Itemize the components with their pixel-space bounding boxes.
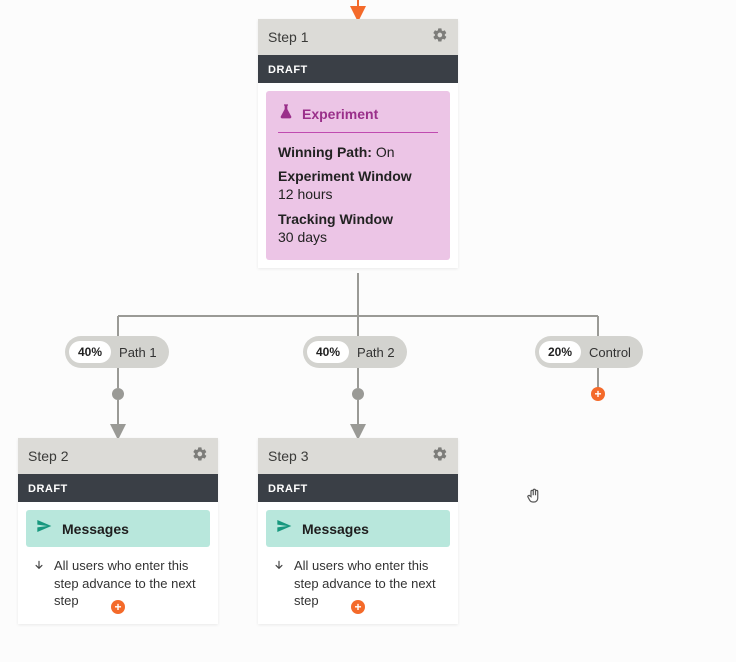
status-badge: DRAFT xyxy=(28,483,68,495)
gear-icon[interactable] xyxy=(432,446,448,467)
experiment-label: Experiment xyxy=(302,106,378,122)
status-badge: DRAFT xyxy=(268,64,308,76)
experiment-panel: Experiment Winning Path: On Experiment W… xyxy=(266,91,450,260)
hand-cursor-icon xyxy=(525,487,543,505)
messages-label: Messages xyxy=(62,521,129,537)
add-step-button[interactable]: + xyxy=(351,600,365,614)
tracking-window-row: Tracking Window 30 days xyxy=(278,210,438,246)
messages-block[interactable]: Messages xyxy=(26,510,210,547)
add-step-button[interactable]: + xyxy=(111,600,125,614)
step-3-card: Step 3 DRAFT Messages All users who ente… xyxy=(258,438,458,624)
status-badge: DRAFT xyxy=(268,483,308,495)
step-title: Step 2 xyxy=(28,448,68,464)
branch-label: Path 1 xyxy=(119,345,157,360)
branch-pill-path1[interactable]: 40% Path 1 xyxy=(65,336,169,368)
step-title: Step 1 xyxy=(268,29,308,45)
arrow-down-icon xyxy=(272,557,286,578)
step-2-card: Step 2 DRAFT Messages All users who ente… xyxy=(18,438,218,624)
flask-icon xyxy=(278,103,294,124)
add-step-button[interactable]: + xyxy=(591,387,605,401)
send-icon xyxy=(276,518,292,539)
branch-label: Path 2 xyxy=(357,345,395,360)
arrow-down-icon xyxy=(32,557,46,578)
experiment-window-row: Experiment Window 12 hours xyxy=(278,167,438,203)
send-icon xyxy=(36,518,52,539)
gear-icon[interactable] xyxy=(192,446,208,467)
branch-pill-control[interactable]: 20% Control xyxy=(535,336,643,368)
connector-dot xyxy=(112,388,124,400)
branch-pct: 40% xyxy=(69,341,111,363)
connector-dot xyxy=(352,388,364,400)
branch-label: Control xyxy=(589,345,631,360)
messages-block[interactable]: Messages xyxy=(266,510,450,547)
step-1-card: Step 1 DRAFT Experiment Winning Path: On… xyxy=(258,19,458,268)
branch-pct: 20% xyxy=(539,341,581,363)
messages-label: Messages xyxy=(302,521,369,537)
branch-pct: 40% xyxy=(307,341,349,363)
step-title: Step 3 xyxy=(268,448,308,464)
winning-path-row: Winning Path: On xyxy=(278,143,438,161)
branch-pill-path2[interactable]: 40% Path 2 xyxy=(303,336,407,368)
gear-icon[interactable] xyxy=(432,27,448,48)
advance-text: All users who enter this step advance to… xyxy=(294,557,444,610)
advance-text: All users who enter this step advance to… xyxy=(54,557,204,610)
